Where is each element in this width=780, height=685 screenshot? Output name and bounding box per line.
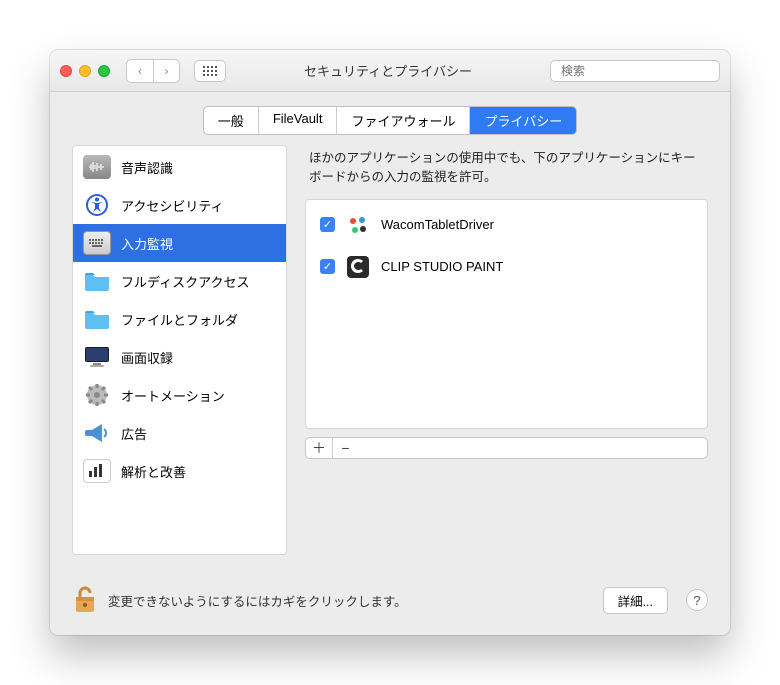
wacom-icon xyxy=(345,212,371,238)
right-pane: ほかのアプリケーションの使用中でも、下のアプリケーションにキーボードからの入力の… xyxy=(305,145,708,555)
content-area: 音声認識 アクセシビリティ 入力監視 フルディスクアクセス xyxy=(50,145,730,569)
sidebar-item-label: アクセシビリティ xyxy=(121,196,224,215)
app-checkbox[interactable]: ✓ xyxy=(320,259,335,274)
app-row[interactable]: ✓ WacomTabletDriver xyxy=(306,204,707,246)
help-button[interactable]: ? xyxy=(686,589,708,611)
privacy-sidebar[interactable]: 音声認識 アクセシビリティ 入力監視 フルディスクアクセス xyxy=(72,145,287,555)
search-field[interactable] xyxy=(550,60,720,82)
sidebar-item-ads[interactable]: 広告 xyxy=(73,414,286,452)
footer: 変更できないようにするにはカギをクリックします。 詳細... ? xyxy=(50,569,730,635)
sidebar-item-files[interactable]: ファイルとフォルダ xyxy=(73,300,286,338)
sidebar-item-label: フルディスクアクセス xyxy=(121,272,249,291)
sidebar-item-analytics[interactable]: 解析と改善 xyxy=(73,452,286,490)
sidebar-item-accessibility[interactable]: アクセシビリティ xyxy=(73,186,286,224)
sidebar-item-automation[interactable]: オートメーション xyxy=(73,376,286,414)
nav-back-forward: ‹ › xyxy=(126,59,180,83)
titlebar: ‹ › セキュリティとプライバシー xyxy=(50,50,730,92)
close-window[interactable] xyxy=(60,65,72,77)
window-title: セキュリティとプライバシー xyxy=(234,61,542,80)
tab-privacy[interactable]: プライバシー xyxy=(470,107,576,134)
tab-bar: 一般 FileVault ファイアウォール プライバシー xyxy=(50,92,730,145)
sidebar-item-label: 画面収録 xyxy=(121,348,173,367)
app-row[interactable]: ✓ CLIP STUDIO PAINT xyxy=(306,246,707,288)
bars-icon xyxy=(83,459,111,483)
remove-button[interactable]: − xyxy=(332,438,358,458)
nav-forward[interactable]: › xyxy=(153,60,179,82)
folder-icon xyxy=(83,307,111,331)
minimize-window[interactable] xyxy=(79,65,91,77)
sidebar-item-label: 解析と改善 xyxy=(121,462,186,481)
sidebar-item-speech[interactable]: 音声認識 xyxy=(73,148,286,186)
accessibility-icon xyxy=(83,193,111,217)
sidebar-item-label: オートメーション xyxy=(121,386,225,405)
add-remove-control: ＋ − xyxy=(305,437,708,459)
tab-filevault[interactable]: FileVault xyxy=(259,107,338,134)
add-button[interactable]: ＋ xyxy=(306,438,332,458)
grid-icon xyxy=(203,66,217,76)
search-input[interactable] xyxy=(561,64,716,78)
tab-group: 一般 FileVault ファイアウォール プライバシー xyxy=(203,106,577,135)
sidebar-item-input-monitoring[interactable]: 入力監視 xyxy=(73,224,286,262)
sidebar-item-screen[interactable]: 画面収録 xyxy=(73,338,286,376)
folder-icon xyxy=(83,269,111,293)
sidebar-item-label: ファイルとフォルダ xyxy=(121,310,238,329)
tab-firewall[interactable]: ファイアウォール xyxy=(337,107,470,134)
monitor-icon xyxy=(83,345,111,369)
waveform-icon xyxy=(83,155,111,179)
tab-general[interactable]: 一般 xyxy=(204,107,259,134)
megaphone-icon xyxy=(83,421,111,445)
keyboard-icon xyxy=(83,231,111,255)
preferences-window: ‹ › セキュリティとプライバシー 一般 FileVault ファイアウォール … xyxy=(50,50,730,635)
pane-description: ほかのアプリケーションの使用中でも、下のアプリケーションにキーボードからの入力の… xyxy=(305,145,708,199)
gear-icon xyxy=(83,383,111,407)
sidebar-item-fulldisk[interactable]: フルディスクアクセス xyxy=(73,262,286,300)
lock-description: 変更できないようにするにはカギをクリックします。 xyxy=(108,591,593,610)
zoom-window[interactable] xyxy=(98,65,110,77)
app-checkbox[interactable]: ✓ xyxy=(320,217,335,232)
show-all-button[interactable] xyxy=(194,60,226,82)
sidebar-item-label: 音声認識 xyxy=(121,158,173,177)
nav-back[interactable]: ‹ xyxy=(127,60,153,82)
sidebar-item-label: 入力監視 xyxy=(121,234,173,253)
traffic-lights xyxy=(60,65,110,77)
app-name: CLIP STUDIO PAINT xyxy=(381,259,503,274)
sidebar-item-label: 広告 xyxy=(121,424,147,443)
details-button[interactable]: 詳細... xyxy=(603,587,668,614)
clipstudio-icon xyxy=(345,254,371,280)
lock-icon[interactable] xyxy=(72,585,98,615)
app-list[interactable]: ✓ WacomTabletDriver ✓ CLIP STUDIO PAINT xyxy=(305,199,708,429)
app-name: WacomTabletDriver xyxy=(381,217,494,232)
